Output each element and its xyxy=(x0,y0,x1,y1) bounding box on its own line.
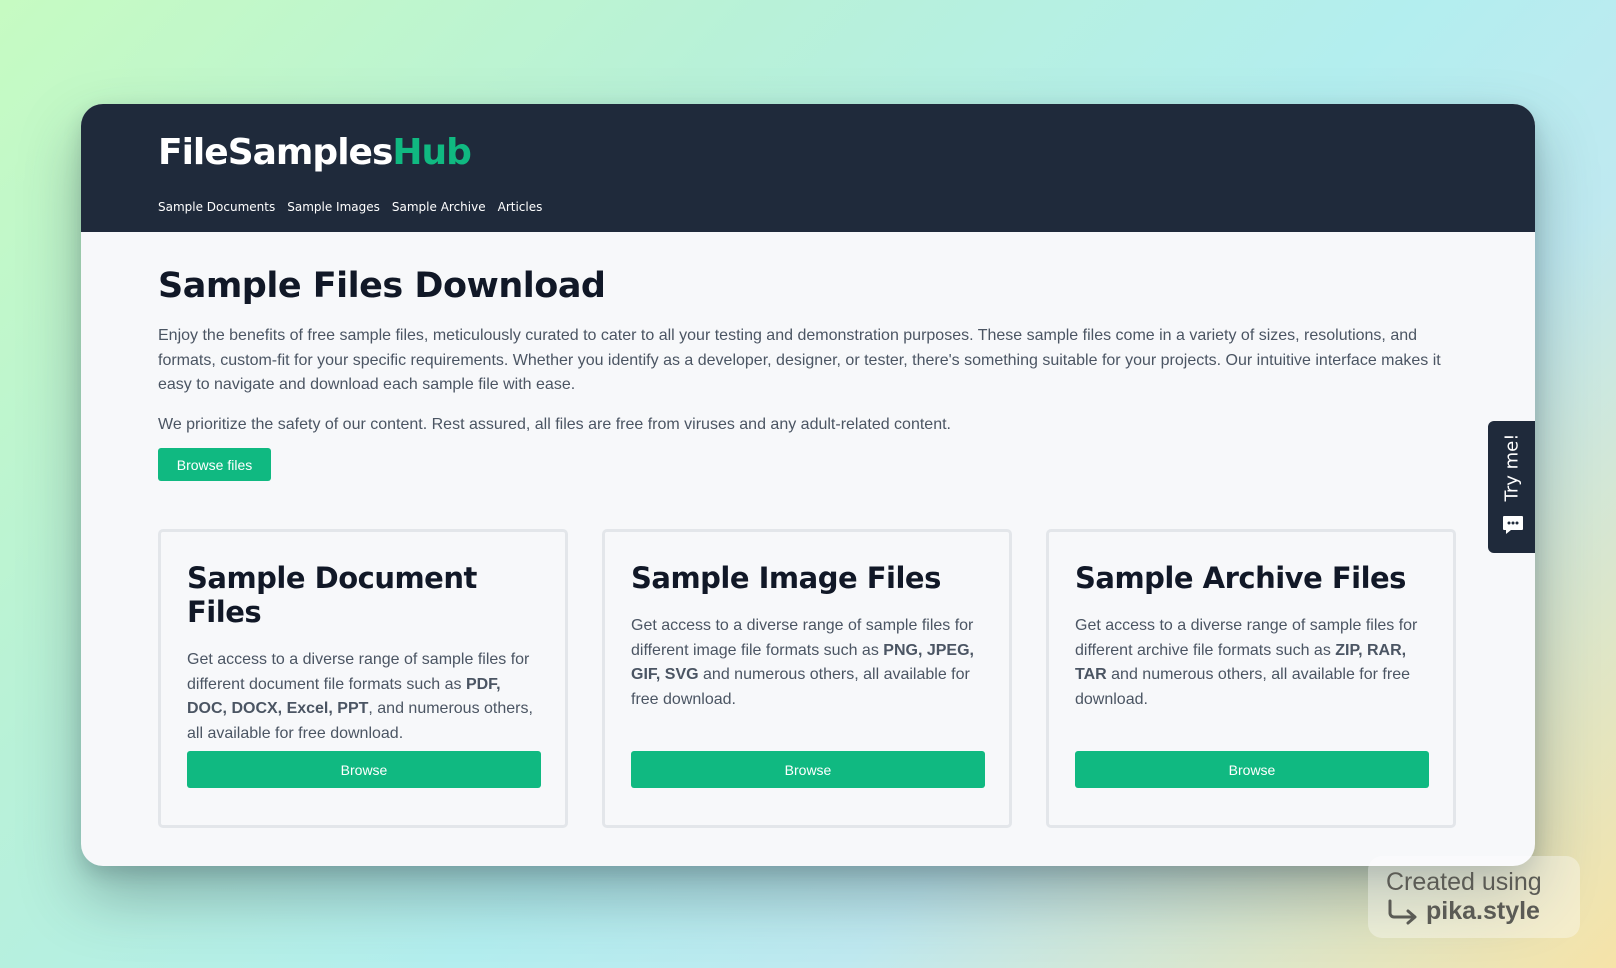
nav-sample-archive[interactable]: Sample Archive xyxy=(392,200,486,214)
card-image-files: Sample Image Files Get access to a diver… xyxy=(602,529,1012,828)
feedback-tab[interactable]: Try me! xyxy=(1488,421,1535,553)
credit-line-2: pika.style xyxy=(1386,897,1562,926)
intro-paragraph: Enjoy the benefits of free sample files,… xyxy=(158,327,1441,393)
nav-articles[interactable]: Articles xyxy=(498,200,543,214)
card-text-tail: and numerous others, all available for f… xyxy=(1075,666,1410,708)
site-header: FileSamplesHub Sample Documents Sample I… xyxy=(81,104,1535,232)
logo-main-text: FileSamples xyxy=(158,132,393,173)
browse-documents-button[interactable]: Browse xyxy=(187,751,541,788)
card-description: Get access to a diverse range of sample … xyxy=(187,648,539,746)
card-title: Sample Archive Files xyxy=(1075,561,1406,595)
page-title: Sample Files Download xyxy=(158,266,606,306)
browse-images-button[interactable]: Browse xyxy=(631,751,985,788)
card-archive-files: Sample Archive Files Get access to a div… xyxy=(1046,529,1456,828)
site-logo[interactable]: FileSamplesHub xyxy=(158,132,472,173)
card-description: Get access to a diverse range of sample … xyxy=(1075,614,1427,712)
safety-paragraph: We prioritize the safety of our content.… xyxy=(158,416,951,433)
card-title: Sample Image Files xyxy=(631,561,941,595)
browse-files-button[interactable]: Browse files xyxy=(158,448,271,481)
return-arrow-icon xyxy=(1388,899,1417,924)
pika-credit-badge: Created using pika.style xyxy=(1368,856,1580,938)
browser-window: FileSamplesHub Sample Documents Sample I… xyxy=(81,104,1535,866)
credit-line-1: Created using xyxy=(1386,868,1542,896)
card-description: Get access to a diverse range of sample … xyxy=(631,614,983,712)
feedback-tab-label: Try me! xyxy=(1501,433,1523,502)
chat-icon xyxy=(1503,516,1523,534)
logo-accent-text: Hub xyxy=(392,132,472,173)
nav-sample-images[interactable]: Sample Images xyxy=(287,200,380,214)
nav-sample-documents[interactable]: Sample Documents xyxy=(158,200,275,214)
browse-archives-button[interactable]: Browse xyxy=(1075,751,1429,788)
category-cards: Sample Document Files Get access to a di… xyxy=(158,529,1456,828)
main-nav: Sample Documents Sample Images Sample Ar… xyxy=(158,200,542,214)
card-title: Sample Document Files xyxy=(187,561,477,629)
credit-brand: pika.style xyxy=(1426,897,1540,925)
card-document-files: Sample Document Files Get access to a di… xyxy=(158,529,568,828)
